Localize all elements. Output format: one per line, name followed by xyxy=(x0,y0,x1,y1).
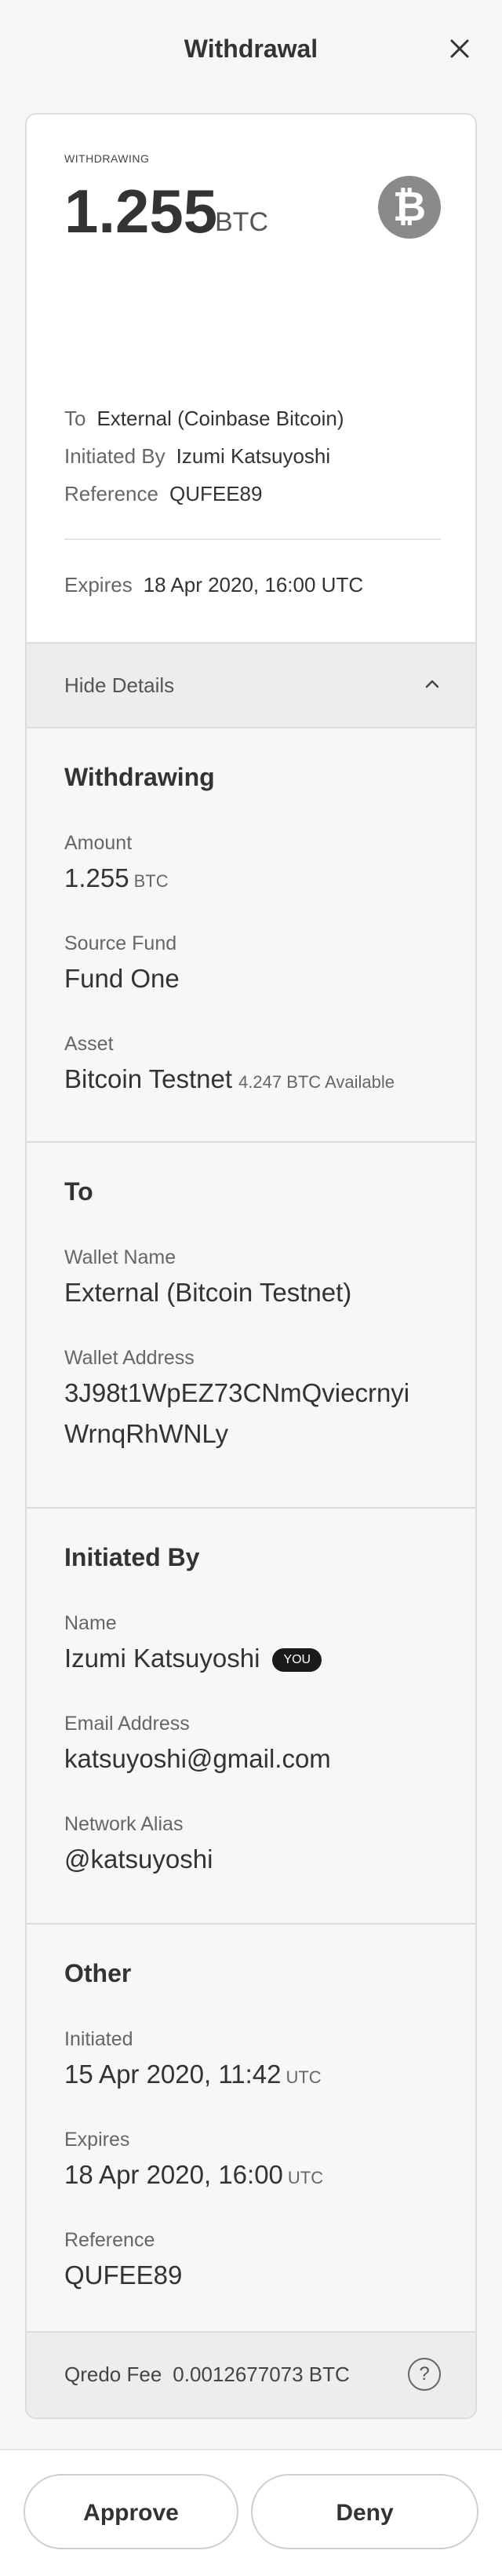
summary-initiated-value: Izumi Katsuyoshi xyxy=(176,444,331,468)
summary-to-value: External (Coinbase Bitcoin) xyxy=(96,407,344,430)
withdraw-unit: BTC xyxy=(215,207,268,237)
amount-value: 1.255 xyxy=(64,863,129,892)
summary-to-row: To External (Coinbase Bitcoin) xyxy=(64,407,344,431)
expires-value: 18 Apr 2020, 16:00 xyxy=(64,2160,283,2189)
help-icon[interactable]: ? xyxy=(408,2358,441,2391)
name-label: Name xyxy=(64,1612,117,1634)
source-fund-value: Fund One xyxy=(64,964,180,993)
asset-available: 4.247 BTC Available xyxy=(238,1072,395,1092)
expires-label: Expires xyxy=(64,2129,130,2151)
summary-initiated-label: Initiated By xyxy=(64,444,166,468)
to-title: To xyxy=(64,1177,93,1206)
other-section: Other Initiated 15 Apr 2020, 11:42 UTC Ex… xyxy=(27,1925,475,2341)
network-alias-value: @katsuyoshi xyxy=(64,1844,213,1874)
network-alias-label: Network Alias xyxy=(64,1813,184,1835)
to-section: To Wallet Name External (Bitcoin Testnet… xyxy=(27,1143,475,1509)
fee-label: Qredo Fee xyxy=(64,2363,162,2386)
summary-expires-label: Expires xyxy=(64,573,133,597)
withdrawing-label: WITHDRAWING xyxy=(64,152,150,165)
hide-details-label: Hide Details xyxy=(64,673,175,697)
deny-button[interactable]: Deny xyxy=(251,2474,478,2549)
withdrawal-card: WITHDRAWING 1.255 BTC ₿ To External (Coin… xyxy=(25,113,477,2419)
fee-row: Qredo Fee 0.0012677073 BTC xyxy=(64,2363,350,2387)
initiated-value: 15 Apr 2020, 11:42 xyxy=(64,2060,282,2089)
initiated-unit: UTC xyxy=(286,2067,322,2087)
withdrawing-section: Withdrawing Amount 1.255 BTC Source Fund … xyxy=(27,728,475,1143)
wallet-name-label: Wallet Name xyxy=(64,1246,176,1268)
asset-label: Asset xyxy=(64,1033,114,1055)
expires-value-row: 18 Apr 2020, 16:00 UTC xyxy=(64,2160,323,2190)
action-footer: Approve Deny xyxy=(0,2449,502,2576)
asset-value: Bitcoin Testnet xyxy=(64,1064,233,1093)
amount-label: Amount xyxy=(64,832,133,854)
wallet-address-line2: WrnqRhWNLy xyxy=(64,1419,229,1448)
source-fund-label: Source Fund xyxy=(64,932,177,954)
summary-initiated-row: Initiated By Izumi Katsuyoshi xyxy=(64,444,330,469)
summary-expires-row: Expires 18 Apr 2020, 16:00 UTC xyxy=(64,573,363,597)
name-value: Izumi Katsuyoshi xyxy=(64,1644,260,1673)
reference-value: QUFEE89 xyxy=(64,2260,183,2290)
fee-value: 0.0012677073 BTC xyxy=(173,2363,350,2386)
wallet-address-label: Wallet Address xyxy=(64,1347,195,1369)
summary-to-label: To xyxy=(64,407,86,430)
name-value-row: Izumi Katsuyoshi YOU xyxy=(64,1644,322,1673)
chevron-up-icon xyxy=(420,672,444,695)
hide-details-toggle[interactable]: Hide Details xyxy=(27,642,475,728)
summary-section: WITHDRAWING 1.255 BTC ₿ To External (Coin… xyxy=(27,115,475,642)
withdraw-amount: 1.255 xyxy=(64,177,218,246)
summary-reference-value: QUFEE89 xyxy=(169,482,263,505)
initiated-by-title: Initiated By xyxy=(64,1543,200,1571)
bitcoin-icon: ₿ xyxy=(378,176,441,239)
reference-label: Reference xyxy=(64,2229,155,2251)
you-badge: YOU xyxy=(272,1648,322,1673)
other-title: Other xyxy=(64,1959,132,1987)
fee-bar: Qredo Fee 0.0012677073 BTC ? xyxy=(27,2331,475,2417)
withdrawing-title: Withdrawing xyxy=(64,763,215,791)
close-icon[interactable] xyxy=(444,33,475,64)
details-section: Withdrawing Amount 1.255 BTC Source Fund … xyxy=(27,728,475,2341)
summary-divider xyxy=(64,538,441,540)
initiated-value-row: 15 Apr 2020, 11:42 UTC xyxy=(64,2060,322,2089)
header: Withdrawal xyxy=(0,0,502,102)
initiated-by-section: Initiated By Name Izumi Katsuyoshi YOU Em… xyxy=(27,1509,475,1925)
expires-unit: UTC xyxy=(287,2168,324,2187)
email-label: Email Address xyxy=(64,1713,190,1735)
email-value: katsuyoshi@gmail.com xyxy=(64,1744,331,1773)
amount-value-row: 1.255 BTC xyxy=(64,863,169,893)
summary-reference-label: Reference xyxy=(64,482,158,505)
summary-reference-row: Reference QUFEE89 xyxy=(64,482,262,506)
wallet-address-line1: 3J98t1WpEZ73CNmQviecrnyi xyxy=(64,1378,410,1407)
initiated-label: Initiated xyxy=(64,2028,133,2050)
page-title: Withdrawal xyxy=(184,35,318,63)
asset-value-row: Bitcoin Testnet 4.247 BTC Available xyxy=(64,1064,395,1094)
wallet-name-value: External (Bitcoin Testnet) xyxy=(64,1278,352,1307)
approve-button[interactable]: Approve xyxy=(24,2474,238,2549)
summary-expires-value: 18 Apr 2020, 16:00 UTC xyxy=(143,573,364,597)
amount-unit: BTC xyxy=(133,871,169,891)
